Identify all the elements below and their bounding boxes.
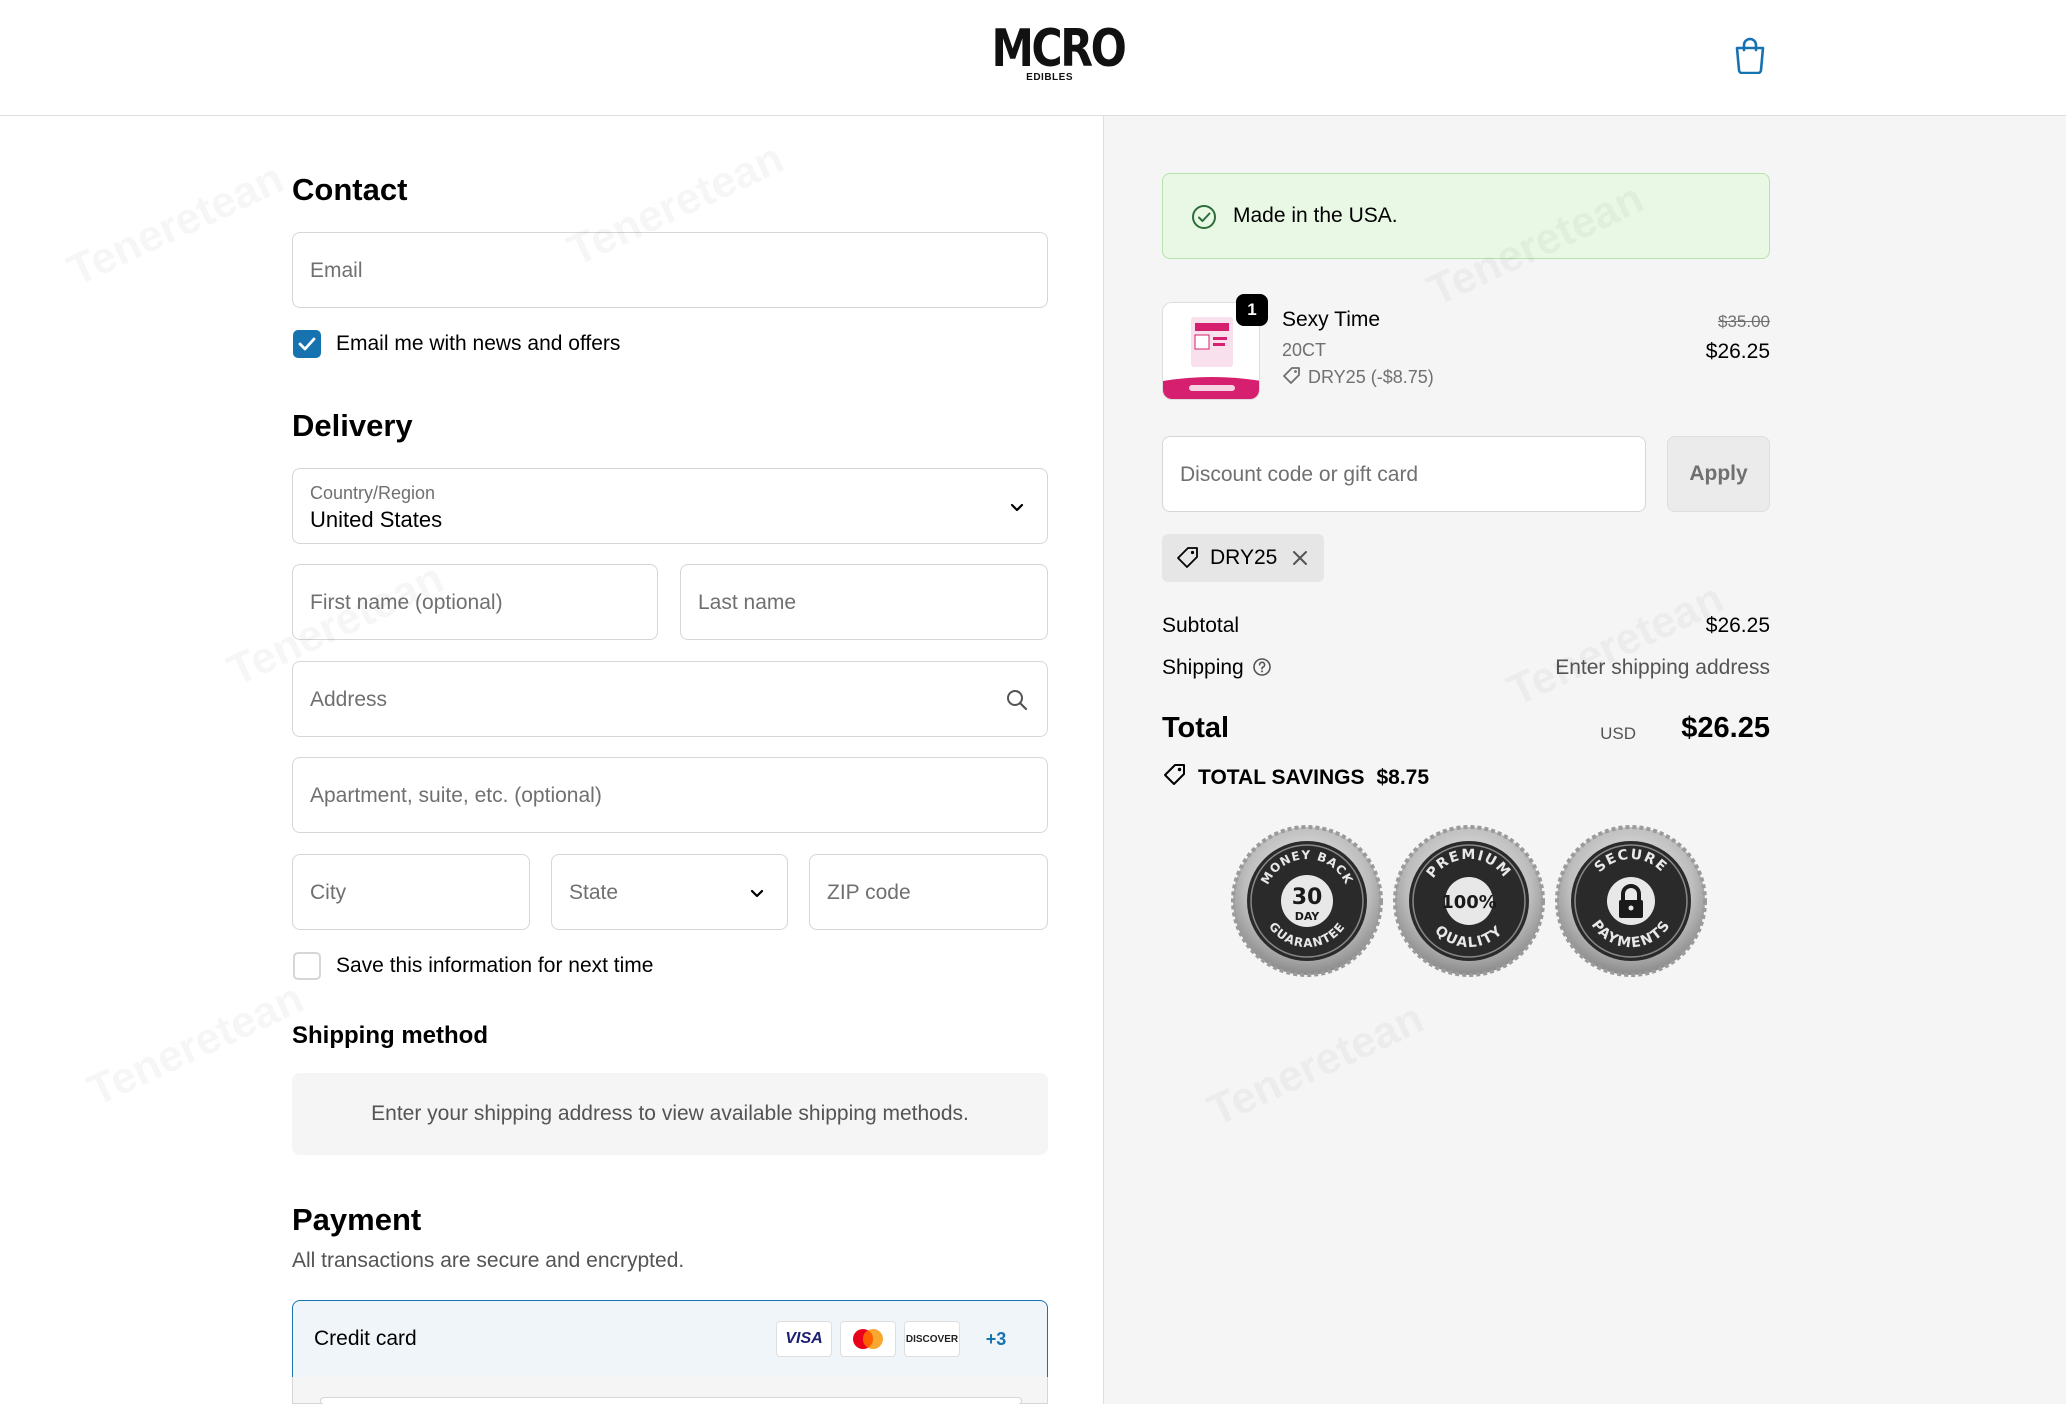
product-discount-text: DRY25 (-$8.75): [1308, 367, 1434, 387]
made-in-usa-text: Made in the USA.: [1233, 204, 1398, 227]
country-select[interactable]: Country/Region United States: [292, 468, 1048, 544]
badge1-center-text: 30: [1292, 885, 1323, 910]
applied-discount-chip: DRY25: [1162, 534, 1324, 582]
product-name: Sexy Time: [1282, 308, 1381, 331]
site-header: MCRO EDIBLES: [0, 0, 2066, 116]
badge1-center-sub: DAY: [1295, 910, 1321, 923]
address-placeholder: Address: [310, 688, 388, 711]
order-summary: Made in the USA. 1 Sexy Time 20CT DRY25 …: [1104, 116, 2066, 1404]
savings-tag-icon: [1164, 764, 1185, 785]
subtotal-label: Subtotal: [1162, 614, 1240, 637]
payment-heading: Payment: [292, 1202, 422, 1237]
save-info-checkbox[interactable]: [293, 952, 321, 980]
delivery-heading: Delivery: [292, 408, 413, 443]
card-number-field[interactable]: [320, 1397, 1022, 1404]
badge2-center-text: 100%: [1441, 892, 1497, 913]
product-discount: DRY25 (-$8.75): [1282, 366, 1434, 388]
product-variant: 20CT: [1282, 340, 1327, 360]
total-savings: TOTAL SAVINGS $8.75: [1162, 762, 1429, 790]
help-icon[interactable]: [1252, 657, 1272, 677]
logo-wordmark: MCRO: [991, 19, 1126, 79]
first-name-placeholder: First name (optional): [310, 591, 503, 614]
secure-payments-badge-icon: SECURE PAYMENTS: [1555, 825, 1707, 977]
news-checkbox-label[interactable]: Email me with news and offers: [336, 332, 620, 356]
line-price: $26.25: [1705, 340, 1770, 363]
subtotal-value: $26.25: [1705, 614, 1770, 637]
more-brands-badge: +3: [985, 1328, 1007, 1349]
last-name-placeholder: Last name: [698, 591, 797, 614]
currency-code: USD: [1600, 724, 1636, 743]
email-field[interactable]: Email: [292, 232, 1048, 308]
shipping-label: Shipping: [1162, 656, 1244, 679]
tag-icon: [1177, 547, 1198, 568]
check-circle-icon: [1192, 205, 1216, 229]
visa-icon: VISA: [776, 1321, 832, 1357]
country-value: United States: [310, 507, 443, 532]
logo-subtext: EDIBLES: [1026, 72, 1073, 83]
save-info-label[interactable]: Save this information for next time: [336, 954, 653, 978]
first-name-field[interactable]: First name (optional): [292, 564, 658, 640]
quantity-badge: 1: [1236, 294, 1268, 326]
money-back-guarantee-badge-icon: MONEY BACK GUARANTEE 30 DAY: [1231, 825, 1383, 977]
card-details-panel: [292, 1377, 1048, 1404]
shipping-value: Enter shipping address: [1555, 656, 1770, 679]
shipping-method-notice: Enter your shipping address to view avai…: [292, 1073, 1048, 1155]
subtotal-row: Subtotal $26.25: [1162, 614, 1770, 638]
tag-icon: [1283, 367, 1300, 384]
brand-logo[interactable]: MCRO EDIBLES: [983, 19, 1126, 86]
search-icon[interactable]: [1005, 688, 1029, 712]
premium-quality-badge-icon: PREMIUM QUALITY 100%: [1393, 825, 1545, 977]
discount-placeholder: Discount code or gift card: [1180, 463, 1419, 486]
apartment-placeholder: Apartment, suite, etc. (optional): [310, 784, 602, 807]
address-field[interactable]: Address: [292, 661, 1048, 737]
applied-discount-code: DRY25: [1210, 546, 1278, 569]
made-in-usa-banner: Made in the USA.: [1162, 173, 1770, 259]
zip-placeholder: ZIP code: [827, 881, 911, 904]
state-placeholder: State: [569, 881, 619, 904]
email-placeholder: Email: [310, 259, 363, 282]
apply-discount-button[interactable]: Apply: [1667, 436, 1770, 512]
total-value: $26.25: [1681, 712, 1770, 744]
original-price: $35.00: [1718, 312, 1770, 331]
shipping-method-heading: Shipping method: [292, 1022, 488, 1049]
discount-code-input[interactable]: Discount code or gift card: [1162, 436, 1646, 512]
checkout-form: Contact Email Email me with news and off…: [0, 116, 1104, 1404]
checkmark-icon: [298, 337, 316, 351]
news-checkbox[interactable]: [293, 330, 321, 358]
apartment-field[interactable]: Apartment, suite, etc. (optional): [292, 757, 1048, 833]
state-select[interactable]: State: [551, 854, 788, 930]
credit-card-label: Credit card: [314, 1327, 417, 1350]
payment-description: All transactions are secure and encrypte…: [292, 1249, 685, 1272]
mastercard-icon: [840, 1321, 896, 1357]
shopping-bag-icon[interactable]: [1733, 36, 1767, 75]
remove-discount-icon[interactable]: [1290, 548, 1310, 568]
credit-card-option[interactable]: Credit card VISA DISCOVER +3: [292, 1300, 1048, 1378]
savings-value: $8.75: [1376, 766, 1430, 789]
contact-heading: Contact: [292, 172, 408, 207]
chevron-down-icon: [750, 889, 764, 898]
country-label: Country/Region: [310, 483, 436, 503]
city-placeholder: City: [310, 881, 347, 904]
total-row: Total USD $26.25: [1162, 712, 1770, 752]
last-name-field[interactable]: Last name: [680, 564, 1048, 640]
city-field[interactable]: City: [292, 854, 530, 930]
savings-label: TOTAL SAVINGS: [1198, 766, 1365, 789]
chevron-down-icon: [1010, 503, 1024, 512]
discover-icon: DISCOVER: [904, 1321, 960, 1357]
zip-field[interactable]: ZIP code: [809, 854, 1048, 930]
shipping-row: Shipping Enter shipping address: [1162, 656, 1770, 680]
total-label: Total: [1162, 712, 1230, 744]
